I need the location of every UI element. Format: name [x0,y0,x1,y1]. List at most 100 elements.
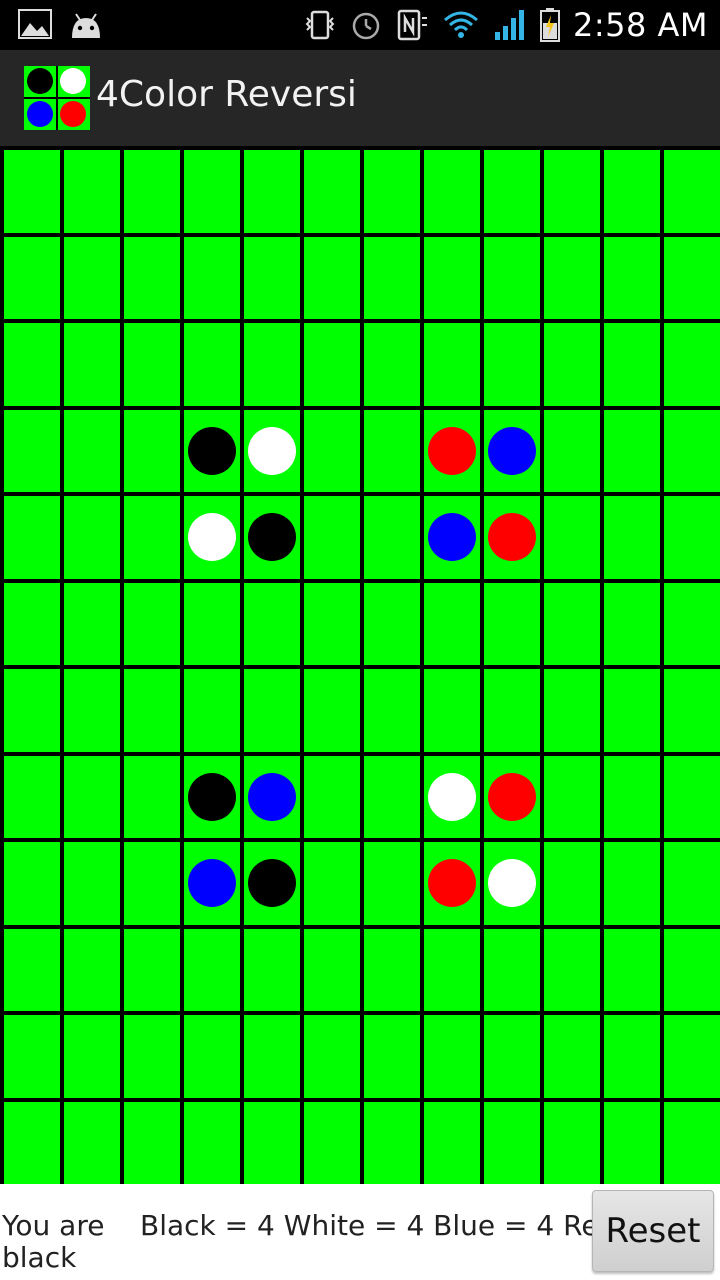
board-cell[interactable] [544,1015,600,1098]
board-cell[interactable] [364,409,420,492]
board-cell[interactable] [4,842,60,925]
board-cell[interactable] [304,928,360,1011]
board-cell[interactable] [604,1101,660,1184]
board-cell[interactable] [184,150,240,233]
board-cell[interactable] [664,1015,720,1098]
board-cell[interactable] [184,1101,240,1184]
board-cell[interactable] [4,1101,60,1184]
board-cell[interactable] [484,1015,540,1098]
board-cell[interactable] [544,669,600,752]
board-cell[interactable] [604,928,660,1011]
board-cell[interactable] [4,1015,60,1098]
board-cell[interactable] [364,669,420,752]
board-cell[interactable] [64,582,120,665]
board-cell[interactable] [364,1101,420,1184]
board-cell[interactable] [64,323,120,406]
board-cell[interactable] [184,236,240,319]
board-cell[interactable] [604,842,660,925]
board-cell[interactable] [244,1015,300,1098]
board-cell[interactable] [304,669,360,752]
board-cell[interactable] [304,236,360,319]
board-cell[interactable] [424,1101,480,1184]
board-cell[interactable] [364,1015,420,1098]
board-cell[interactable] [244,928,300,1011]
board-cell[interactable] [124,669,180,752]
board-cell[interactable] [184,323,240,406]
board-cell[interactable] [424,928,480,1011]
board-cell[interactable] [304,323,360,406]
board-cell[interactable] [124,150,180,233]
board-cell[interactable] [124,323,180,406]
board-cell[interactable] [604,582,660,665]
board-cell[interactable] [4,496,60,579]
board-cell[interactable] [544,928,600,1011]
board-cell[interactable] [364,928,420,1011]
game-board[interactable] [0,146,720,1184]
board-cell[interactable] [64,755,120,838]
board-cell[interactable] [4,409,60,492]
board-cell[interactable] [664,669,720,752]
board-cell[interactable] [304,150,360,233]
board-cell[interactable] [124,842,180,925]
board-cell[interactable] [484,928,540,1011]
board-cell[interactable] [4,323,60,406]
board-cell[interactable] [544,842,600,925]
board-cell[interactable] [64,842,120,925]
board-cell[interactable] [664,236,720,319]
board-cell[interactable] [304,1101,360,1184]
board-cell[interactable] [484,236,540,319]
board-cell[interactable] [664,409,720,492]
board-cell[interactable] [304,582,360,665]
board-cell[interactable] [124,582,180,665]
board-cell[interactable] [664,496,720,579]
board-cell[interactable] [484,669,540,752]
board-cell[interactable] [664,582,720,665]
board-cell[interactable] [304,842,360,925]
board-cell[interactable] [4,582,60,665]
board-cell[interactable] [424,582,480,665]
board-cell[interactable] [544,1101,600,1184]
board-cell[interactable] [604,150,660,233]
board-cell[interactable] [64,669,120,752]
board-cell[interactable] [664,1101,720,1184]
board-cell[interactable] [664,928,720,1011]
board-cell[interactable] [64,150,120,233]
board-cell[interactable] [364,842,420,925]
board-cell[interactable] [64,236,120,319]
board-cell[interactable] [304,409,360,492]
board-cell[interactable] [64,496,120,579]
board-cell[interactable] [364,755,420,838]
board-cell[interactable] [364,150,420,233]
board-cell[interactable] [64,1015,120,1098]
board-cell[interactable] [184,1015,240,1098]
board-cell[interactable] [604,236,660,319]
board-cell[interactable] [364,582,420,665]
board-cell[interactable] [184,928,240,1011]
board-cell[interactable] [604,755,660,838]
board-cell[interactable] [544,409,600,492]
board-cell[interactable] [4,150,60,233]
board-cell[interactable] [4,669,60,752]
board-cell[interactable] [604,669,660,752]
board-cell[interactable] [244,669,300,752]
board-cell[interactable] [544,236,600,319]
board-cell[interactable] [304,496,360,579]
board-cell[interactable] [544,755,600,838]
board-cell[interactable] [124,1101,180,1184]
board-cell[interactable] [124,236,180,319]
board-cell[interactable] [364,236,420,319]
board-cell[interactable] [424,1015,480,1098]
board-cell[interactable] [124,1015,180,1098]
board-cell[interactable] [544,323,600,406]
board-cell[interactable] [664,842,720,925]
board-cell[interactable] [604,1015,660,1098]
board-cell[interactable] [244,1101,300,1184]
board-cell[interactable] [304,755,360,838]
board-cell[interactable] [484,323,540,406]
board-cell[interactable] [484,1101,540,1184]
board-cell[interactable] [544,496,600,579]
board-cell[interactable] [364,323,420,406]
board-cell[interactable] [424,236,480,319]
board-cell[interactable] [184,582,240,665]
board-cell[interactable] [544,150,600,233]
